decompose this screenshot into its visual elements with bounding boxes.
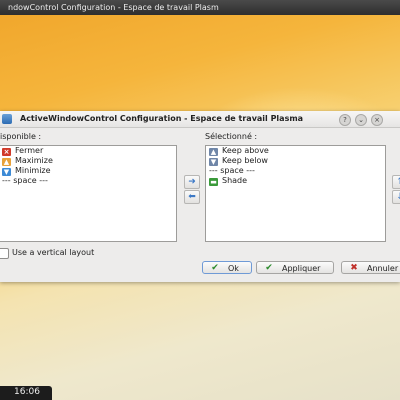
- config-dialog: ActiveWindowControl Configuration - Espa…: [0, 111, 400, 282]
- remove-button[interactable]: ⬅: [184, 190, 200, 204]
- cancel-icon: ✖: [350, 263, 358, 273]
- list-item-minimize[interactable]: ▼ Minimize: [0, 166, 176, 176]
- available-list[interactable]: × Fermer ▲ Maximize ▼ Minimize --- space --…: [0, 145, 177, 242]
- close-x-icon: ×: [2, 148, 11, 156]
- move-down-button[interactable]: ↓: [392, 190, 400, 204]
- list-item-fermer[interactable]: × Fermer: [0, 146, 176, 156]
- list-item-maximize[interactable]: ▲ Maximize: [0, 156, 176, 166]
- arrow-down-icon: ↓: [396, 192, 400, 202]
- list-item-keep-below[interactable]: ▼ Keep below: [206, 156, 385, 166]
- shade-icon: ▬: [209, 178, 218, 186]
- checkmark-icon: ✔: [265, 263, 273, 273]
- vertical-layout-checkbox[interactable]: [0, 248, 9, 259]
- selected-list[interactable]: ▲ Keep above ▼ Keep below --- space --- ▬ S…: [205, 145, 386, 242]
- selected-label: Sélectionné :: [205, 132, 258, 141]
- dialog-title: ActiveWindowControl Configuration - Espa…: [20, 114, 304, 123]
- list-item-space[interactable]: --- space ---: [206, 166, 385, 176]
- ok-button[interactable]: ✔ Ok: [202, 261, 252, 274]
- vertical-layout-label: Use a vertical layout: [12, 248, 95, 257]
- help-icon[interactable]: ?: [339, 114, 351, 126]
- keep-below-icon: ▼: [209, 158, 218, 166]
- arrow-right-icon: ➜: [188, 177, 196, 187]
- checkmark-icon: ✔: [211, 263, 219, 273]
- close-icon[interactable]: ×: [371, 114, 383, 126]
- background-window-titlebar[interactable]: ndowControl Configuration - Espace de tr…: [0, 0, 400, 15]
- taskbar: 16:06: [0, 386, 52, 400]
- apply-button[interactable]: ✔ Appliquer: [256, 261, 334, 274]
- list-item-keep-above[interactable]: ▲ Keep above: [206, 146, 385, 156]
- dialog-titlebar[interactable]: ActiveWindowControl Configuration - Espa…: [0, 111, 400, 128]
- background-window-title: ndowControl Configuration - Espace de tr…: [8, 3, 219, 12]
- add-button[interactable]: ➜: [184, 175, 200, 189]
- arrow-left-icon: ⬅: [188, 192, 196, 202]
- minimize-icon: ▼: [2, 168, 11, 176]
- cancel-button[interactable]: ✖ Annuler: [341, 261, 400, 274]
- arrow-up-icon: ↑: [396, 177, 400, 187]
- list-item-space[interactable]: --- space ---: [0, 176, 176, 186]
- clock[interactable]: 16:06: [14, 387, 40, 397]
- list-item-shade[interactable]: ▬ Shade: [206, 176, 385, 186]
- app-icon[interactable]: [2, 114, 12, 124]
- minimize-icon[interactable]: ⌄: [355, 114, 367, 126]
- move-up-button[interactable]: ↑: [392, 175, 400, 189]
- available-label: isponible :: [0, 132, 42, 141]
- keep-above-icon: ▲: [209, 148, 218, 156]
- maximize-icon: ▲: [2, 158, 11, 166]
